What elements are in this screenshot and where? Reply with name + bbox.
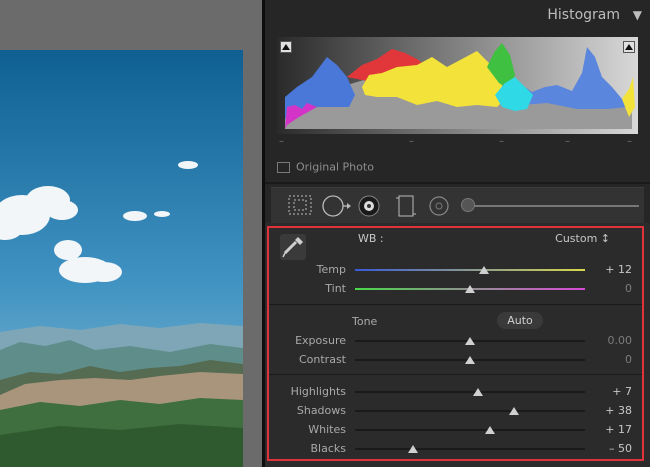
triangle-down-icon[interactable]: ▼ [633,8,642,22]
tool-strip [271,187,644,225]
eyedropper-icon[interactable] [279,233,307,261]
tint-slider-knob[interactable] [465,285,475,293]
histogram-dash: – [627,136,632,147]
temp-slider-knob[interactable] [478,266,489,274]
histogram-header[interactable]: Histogram ▼ [265,0,650,32]
photo-preview [0,50,243,467]
radial-filter-icon[interactable] [427,194,451,218]
wb-preset-select[interactable]: Custom ↕ [555,232,610,245]
graduated-filter-icon[interactable] [396,194,416,218]
shadows-slider-track[interactable] [355,410,585,412]
contrast-slider-knob[interactable] [465,356,475,364]
exposure-label: Exposure [295,334,346,347]
brush-size-slider-track[interactable] [469,205,639,207]
blacks-slider-track[interactable] [355,448,585,450]
whites-label: Whites [308,423,346,436]
section-divider [267,374,644,375]
blacks-label: Blacks [310,442,347,455]
highlight-clipping-indicator[interactable] [623,41,635,53]
whites-slider-knob[interactable] [484,426,495,434]
section-divider [267,304,644,305]
contrast-value[interactable]: 0 [594,353,632,366]
auto-tone-button[interactable]: Auto [497,312,543,329]
histogram-info-row: – – – – – [277,134,638,156]
red-eye-icon[interactable] [357,194,381,218]
whites-value[interactable]: + 17 [594,423,632,436]
highlights-slider-knob[interactable] [473,388,484,396]
original-photo-label: Original Photo [296,160,374,174]
tone-label: Tone [352,315,378,328]
original-photo-toggle[interactable]: Original Photo [277,160,374,176]
shadow-clipping-indicator[interactable] [280,41,292,53]
basic-panel: WB : Custom ↕ Temp + 12 Tint 0 Tone Auto… [265,223,650,467]
exposure-value[interactable]: 0.00 [594,334,633,347]
brush-size-slider-knob[interactable] [461,198,475,212]
highlights-value[interactable]: + 7 [594,385,632,398]
section-divider [265,182,650,184]
histogram-dash: – [565,136,570,147]
blacks-slider-knob[interactable] [407,445,418,453]
landscape-photo [0,50,243,467]
original-photo-checkbox[interactable] [277,161,290,173]
shadows-label: Shadows [296,404,346,417]
photo-canvas-area[interactable] [0,0,262,467]
histogram-dash: – [409,136,414,147]
temp-slider-track[interactable] [355,269,585,271]
highlights-slider-track[interactable] [355,391,585,393]
tint-value[interactable]: 0 [594,282,632,295]
develop-right-panel: Histogram ▼ – – – – – Original Photo WB … [265,0,650,467]
blacks-value[interactable]: – 50 [594,442,632,455]
wb-label: WB : [358,232,384,245]
temp-value[interactable]: + 12 [594,263,632,276]
contrast-label: Contrast [298,353,346,366]
tint-label: Tint [325,282,346,295]
histogram-dash: – [499,136,504,147]
histogram-title: Histogram [547,7,620,23]
highlights-label: Highlights [290,385,346,398]
spot-removal-icon[interactable] [321,194,353,218]
histogram-chart [277,37,638,134]
crop-overlay-icon[interactable] [287,194,313,216]
shadows-value[interactable]: + 38 [594,404,632,417]
histogram-dash: – [279,136,284,147]
whites-slider-track[interactable] [355,429,585,431]
shadows-slider-knob[interactable] [508,407,519,415]
histogram-graph[interactable] [277,37,638,134]
temp-label: Temp [316,263,346,276]
exposure-slider-knob[interactable] [465,337,475,345]
